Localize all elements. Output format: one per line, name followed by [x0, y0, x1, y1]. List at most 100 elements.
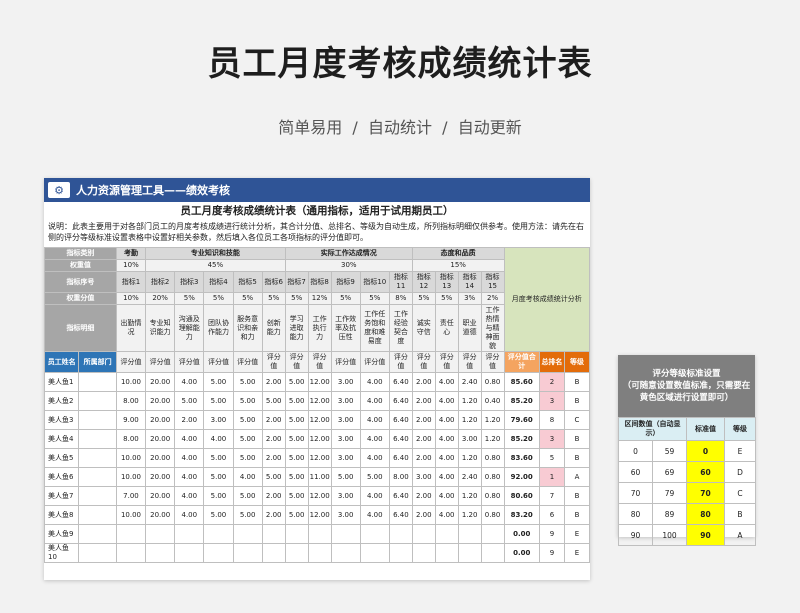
score-cell[interactable]: 5.00 [359, 467, 390, 487]
score-cell[interactable]: 5.00 [232, 429, 263, 449]
score-cell[interactable]: 2.00 [261, 486, 286, 506]
score-cell[interactable]: 3.00 [330, 448, 361, 468]
score-cell[interactable]: 5.00 [284, 410, 309, 430]
score-cell[interactable] [434, 543, 459, 563]
score-cell[interactable]: 5.00 [203, 486, 234, 506]
score-cell[interactable]: 12.00 [307, 410, 332, 430]
score-cell[interactable]: 5.00 [232, 372, 263, 392]
employee-name-cell[interactable]: 美人鱼6 [44, 467, 80, 487]
score-cell[interactable]: 4.00 [359, 372, 390, 392]
score-cell[interactable]: 2.00 [261, 410, 286, 430]
standard-value-input[interactable]: 70 [686, 482, 725, 504]
score-cell[interactable]: 2.00 [411, 410, 436, 430]
score-cell[interactable]: 12.00 [307, 372, 332, 392]
score-cell[interactable]: 20.00 [145, 410, 176, 430]
employee-name-cell[interactable]: 美人鱼5 [44, 448, 80, 468]
score-cell[interactable]: 20.00 [145, 429, 176, 449]
score-cell[interactable]: 20.00 [145, 391, 176, 411]
score-cell[interactable]: 2.00 [411, 391, 436, 411]
score-cell[interactable]: 10.00 [115, 467, 147, 487]
score-cell[interactable]: 4.00 [359, 505, 390, 525]
score-cell[interactable] [359, 543, 390, 563]
department-cell[interactable] [78, 429, 117, 449]
score-cell[interactable]: 4.00 [434, 448, 459, 468]
score-cell[interactable]: 5.00 [284, 429, 309, 449]
score-cell[interactable]: 5.00 [232, 410, 263, 430]
score-cell[interactable] [480, 543, 505, 563]
score-cell[interactable]: 0.80 [480, 448, 505, 468]
score-cell[interactable] [307, 524, 332, 544]
score-cell[interactable]: 2.00 [261, 372, 286, 392]
score-cell[interactable]: 20.00 [145, 505, 176, 525]
score-cell[interactable]: 10.00 [115, 448, 147, 468]
employee-name-cell[interactable]: 美人鱼7 [44, 486, 80, 506]
score-cell[interactable]: 4.00 [359, 429, 390, 449]
score-cell[interactable]: 4.00 [174, 505, 205, 525]
score-cell[interactable]: 4.00 [434, 486, 459, 506]
score-cell[interactable]: 6.40 [388, 505, 413, 525]
standard-value-input[interactable]: 0 [686, 440, 725, 462]
score-cell[interactable]: 5.00 [284, 448, 309, 468]
score-cell[interactable]: 2.00 [411, 505, 436, 525]
department-cell[interactable] [78, 467, 117, 487]
score-cell[interactable]: 8.00 [115, 391, 147, 411]
score-cell[interactable] [388, 543, 413, 563]
score-cell[interactable]: 6.40 [388, 429, 413, 449]
score-cell[interactable]: 4.00 [359, 391, 390, 411]
score-cell[interactable]: 12.00 [307, 505, 332, 525]
employee-name-cell[interactable]: 美人鱼3 [44, 410, 80, 430]
score-cell[interactable]: 2.40 [457, 372, 482, 392]
standard-value-input[interactable]: 80 [686, 503, 725, 525]
score-cell[interactable]: 3.00 [457, 429, 482, 449]
score-cell[interactable] [359, 524, 390, 544]
score-cell[interactable] [434, 524, 459, 544]
score-cell[interactable]: 0.80 [480, 467, 505, 487]
score-cell[interactable]: 12.00 [307, 391, 332, 411]
score-cell[interactable]: 9.00 [115, 410, 147, 430]
department-cell[interactable] [78, 524, 117, 544]
score-cell[interactable]: 4.00 [232, 467, 263, 487]
score-cell[interactable] [284, 543, 309, 563]
score-cell[interactable]: 4.00 [203, 429, 234, 449]
score-cell[interactable] [307, 543, 332, 563]
score-cell[interactable] [284, 524, 309, 544]
score-cell[interactable]: 4.00 [434, 372, 459, 392]
score-cell[interactable]: 3.00 [330, 429, 361, 449]
score-cell[interactable]: 6.40 [388, 486, 413, 506]
score-cell[interactable]: 4.00 [434, 505, 459, 525]
score-cell[interactable]: 12.00 [307, 486, 332, 506]
department-cell[interactable] [78, 543, 117, 563]
score-cell[interactable]: 6.40 [388, 410, 413, 430]
score-cell[interactable] [145, 543, 176, 563]
score-cell[interactable]: 5.00 [232, 486, 263, 506]
score-cell[interactable]: 5.00 [232, 505, 263, 525]
score-cell[interactable]: 5.00 [261, 391, 286, 411]
score-cell[interactable] [174, 543, 205, 563]
score-cell[interactable] [232, 524, 263, 544]
department-cell[interactable] [78, 391, 117, 411]
score-cell[interactable]: 3.00 [330, 410, 361, 430]
score-cell[interactable]: 3.00 [330, 505, 361, 525]
department-cell[interactable] [78, 448, 117, 468]
score-cell[interactable] [457, 524, 482, 544]
employee-name-cell[interactable]: 美人鱼10 [44, 543, 80, 563]
department-cell[interactable] [78, 372, 117, 392]
score-cell[interactable]: 5.00 [203, 448, 234, 468]
score-cell[interactable]: 3.00 [411, 467, 436, 487]
score-cell[interactable]: 1.20 [457, 391, 482, 411]
score-cell[interactable]: 4.00 [174, 448, 205, 468]
score-cell[interactable] [174, 524, 205, 544]
score-cell[interactable]: 1.20 [457, 505, 482, 525]
score-cell[interactable]: 2.00 [261, 505, 286, 525]
score-cell[interactable]: 5.00 [284, 391, 309, 411]
score-cell[interactable]: 6.40 [388, 372, 413, 392]
score-cell[interactable]: 4.00 [174, 486, 205, 506]
score-cell[interactable] [411, 524, 436, 544]
score-cell[interactable]: 20.00 [145, 486, 176, 506]
score-cell[interactable]: 2.40 [457, 467, 482, 487]
score-cell[interactable]: 5.00 [284, 372, 309, 392]
score-cell[interactable] [411, 543, 436, 563]
score-cell[interactable]: 4.00 [359, 410, 390, 430]
score-cell[interactable]: 2.00 [411, 429, 436, 449]
score-cell[interactable]: 3.00 [203, 410, 234, 430]
